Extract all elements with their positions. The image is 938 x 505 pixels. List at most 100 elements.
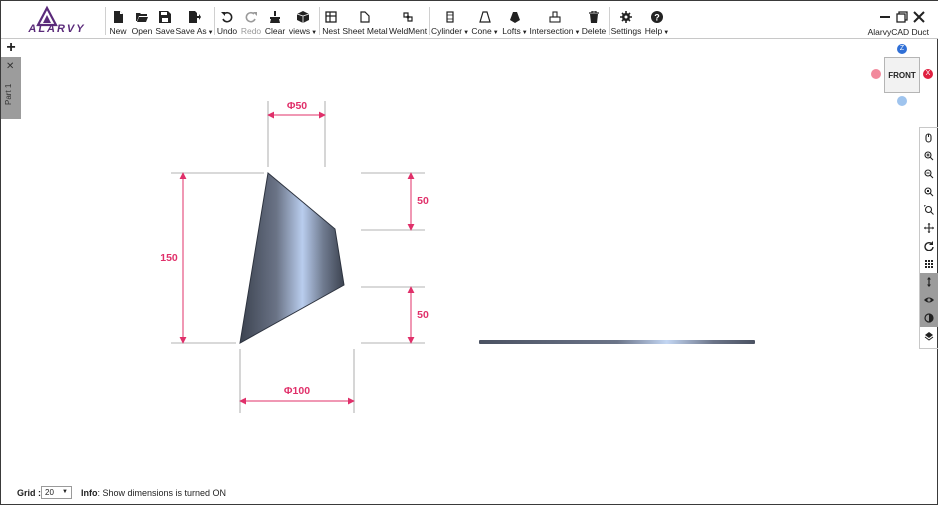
- svg-text:?: ?: [654, 13, 660, 23]
- save-button[interactable]: Save: [155, 1, 175, 39]
- close-icon[interactable]: [913, 11, 925, 23]
- weldment-label: WeldMent: [388, 26, 428, 36]
- toolbar-separator: [429, 7, 430, 35]
- shading-toggle-button[interactable]: [920, 309, 938, 327]
- zoom-fit-button[interactable]: [920, 201, 938, 219]
- minimize-icon[interactable]: [879, 11, 891, 23]
- info-message: Info: Show dimensions is turned ON: [81, 488, 226, 498]
- lofts-button[interactable]: Lofts▼: [502, 1, 528, 39]
- save-icon: [159, 11, 171, 23]
- chevron-down-icon: ▼: [311, 30, 318, 36]
- restore-icon[interactable]: [896, 11, 908, 23]
- rotate-button[interactable]: [920, 237, 938, 255]
- x-axis-handle[interactable]: X: [923, 69, 933, 79]
- cylinder-label: Cylinder: [430, 26, 463, 36]
- bottom-axis-handle[interactable]: [897, 96, 907, 106]
- view-cube[interactable]: FRONT: [884, 57, 920, 93]
- settings-label: Settings: [610, 26, 642, 36]
- duct-shape[interactable]: [239, 172, 345, 344]
- redo-icon: [245, 11, 257, 23]
- open-button[interactable]: Open: [131, 1, 153, 39]
- delete-icon: [589, 11, 599, 23]
- mouse-mode-button[interactable]: [920, 129, 938, 147]
- new-label: New: [109, 26, 127, 36]
- grid-label: Grid :: [17, 488, 41, 498]
- chevron-down-icon: ▼: [62, 489, 68, 495]
- intersection-label: Intersection: [529, 26, 574, 36]
- top-diameter-label: Φ50: [287, 100, 307, 112]
- cone-icon: [479, 11, 491, 23]
- views-icon: [297, 11, 309, 23]
- zoom-window-button[interactable]: [920, 183, 938, 201]
- lofts-label: Lofts: [502, 26, 521, 36]
- help-icon: ?: [651, 11, 663, 23]
- zoom-window-icon: [924, 187, 934, 197]
- right-bottom-offset-label: 50: [417, 309, 429, 321]
- logo-text: ALARVY: [27, 23, 85, 35]
- rotate-icon: [924, 241, 934, 251]
- intersection-icon: [549, 11, 561, 23]
- eye-icon: [924, 297, 934, 303]
- intersection-button[interactable]: Intersection▼: [529, 1, 580, 39]
- nest-button[interactable]: Nest: [322, 1, 340, 39]
- info-label: Info: [81, 488, 98, 498]
- weldment-button[interactable]: WeldMent: [388, 1, 428, 39]
- toolbar-separator: [105, 7, 106, 35]
- alarvy-logo: ALARVY: [27, 5, 85, 35]
- grid-size-value: 20: [45, 488, 54, 497]
- visibility-toggle-button[interactable]: [920, 291, 938, 309]
- layers-button[interactable]: [920, 327, 938, 345]
- contrast-icon: [924, 313, 934, 323]
- duct-profile-line[interactable]: [479, 340, 755, 344]
- chevron-down-icon: ▼: [463, 30, 470, 36]
- pan-icon: [924, 223, 934, 233]
- new-icon: [114, 11, 123, 23]
- toolbar-separator: [214, 7, 215, 35]
- app-title: AlarvyCAD Duct: [867, 27, 929, 37]
- close-part-icon[interactable]: ✕: [6, 61, 14, 72]
- add-part-button[interactable]: +: [3, 40, 19, 57]
- sheet-metal-button[interactable]: Sheet Metal: [342, 1, 388, 39]
- layers-icon: [924, 332, 934, 341]
- cylinder-icon: [446, 11, 454, 23]
- save-label: Save: [155, 26, 175, 36]
- z-axis-handle[interactable]: Z: [897, 44, 907, 54]
- chevron-down-icon: ▼: [663, 30, 670, 36]
- clear-button[interactable]: Clear: [265, 1, 285, 39]
- zoom-out-button[interactable]: [920, 165, 938, 183]
- save-as-label: Save As: [175, 26, 207, 36]
- zoom-in-button[interactable]: [920, 147, 938, 165]
- cone-button[interactable]: Cone▼: [471, 1, 499, 39]
- drawing-canvas[interactable]: Φ50 150 Φ100 50 50: [21, 39, 919, 479]
- sheet-metal-icon: [360, 11, 370, 23]
- save-as-icon: [188, 11, 201, 23]
- delete-button[interactable]: Delete: [582, 1, 606, 39]
- open-icon: [136, 13, 148, 22]
- help-button[interactable]: ? Help▼: [644, 1, 670, 39]
- save-as-button[interactable]: Save As▼: [175, 1, 214, 39]
- chevron-down-icon: ▼: [492, 30, 499, 36]
- grid-size-select[interactable]: 20 ▼: [41, 486, 72, 499]
- undo-button[interactable]: Undo: [217, 1, 237, 39]
- grid-toggle-button[interactable]: [920, 255, 938, 273]
- cylinder-button[interactable]: Cylinder▼: [430, 1, 470, 39]
- toolbar-separator: [319, 7, 320, 35]
- weldment-icon: [403, 12, 413, 22]
- zoom-in-icon: [924, 151, 934, 161]
- height-label: 150: [160, 252, 178, 264]
- views-label: views: [288, 26, 311, 36]
- help-label: Help: [644, 26, 663, 36]
- zoom-out-icon: [924, 169, 934, 179]
- views-button[interactable]: views▼: [288, 1, 318, 39]
- pan-button[interactable]: [920, 219, 938, 237]
- main-toolbar: ALARVY New Open Save Save As▼ Undo Redo …: [1, 1, 938, 39]
- undo-icon: [221, 11, 233, 23]
- sheet-metal-label: Sheet Metal: [342, 26, 388, 36]
- redo-button[interactable]: Redo: [241, 1, 261, 39]
- dimension-toggle-button[interactable]: [920, 273, 938, 291]
- grid-icon: [925, 260, 933, 268]
- undo-label: Undo: [216, 26, 238, 36]
- settings-button[interactable]: Settings: [610, 1, 642, 39]
- new-button[interactable]: New: [109, 1, 127, 39]
- left-axis-handle[interactable]: [871, 69, 881, 79]
